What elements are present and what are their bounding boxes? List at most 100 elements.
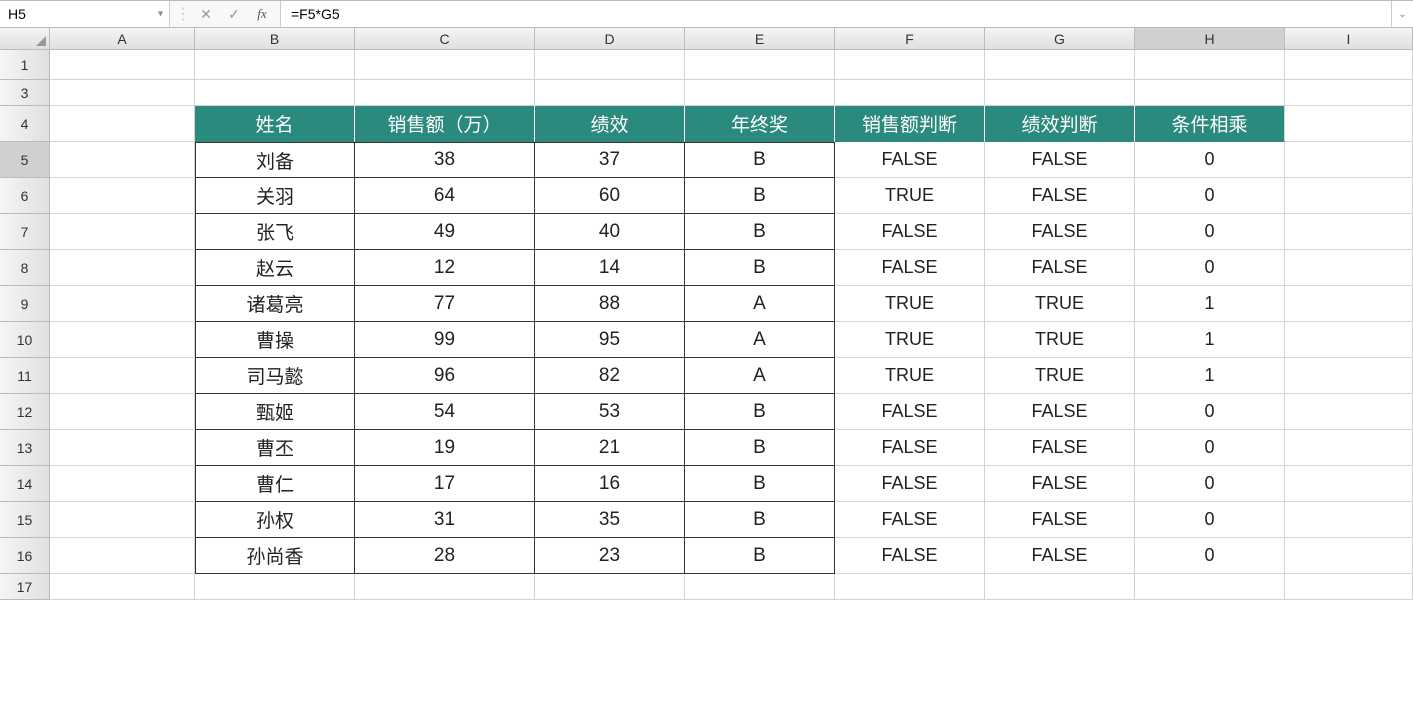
cell-A10[interactable] bbox=[50, 322, 195, 358]
cell-H7[interactable]: 0 bbox=[1135, 214, 1285, 250]
cancel-icon[interactable]: ✕ bbox=[192, 1, 220, 27]
cell-F15[interactable]: FALSE bbox=[835, 502, 985, 538]
cell-A1[interactable] bbox=[50, 50, 195, 80]
row-header-16[interactable]: 16 bbox=[0, 538, 50, 574]
cell-E10[interactable]: A bbox=[685, 322, 835, 358]
cell-H11[interactable]: 1 bbox=[1135, 358, 1285, 394]
cell-H6[interactable]: 0 bbox=[1135, 178, 1285, 214]
cell-C4[interactable]: 销售额（万） bbox=[355, 106, 535, 142]
cell-D6[interactable]: 60 bbox=[535, 178, 685, 214]
cell-I3[interactable] bbox=[1285, 80, 1413, 106]
cell-C9[interactable]: 77 bbox=[355, 286, 535, 322]
cell-F4[interactable]: 销售额判断 bbox=[835, 106, 985, 142]
row-header-10[interactable]: 10 bbox=[0, 322, 50, 358]
cell-I15[interactable] bbox=[1285, 502, 1413, 538]
cell-B11[interactable]: 司马懿 bbox=[195, 358, 355, 394]
cell-C3[interactable] bbox=[355, 80, 535, 106]
cell-H10[interactable]: 1 bbox=[1135, 322, 1285, 358]
cell-B10[interactable]: 曹操 bbox=[195, 322, 355, 358]
cell-D7[interactable]: 40 bbox=[535, 214, 685, 250]
cell-C14[interactable]: 17 bbox=[355, 466, 535, 502]
cell-B15[interactable]: 孙权 bbox=[195, 502, 355, 538]
row-header-15[interactable]: 15 bbox=[0, 502, 50, 538]
cell-A17[interactable] bbox=[50, 574, 195, 600]
cell-E3[interactable] bbox=[685, 80, 835, 106]
cell-D10[interactable]: 95 bbox=[535, 322, 685, 358]
col-header-A[interactable]: A bbox=[50, 28, 195, 50]
cell-D3[interactable] bbox=[535, 80, 685, 106]
row-header-9[interactable]: 9 bbox=[0, 286, 50, 322]
col-header-I[interactable]: I bbox=[1285, 28, 1413, 50]
col-header-C[interactable]: C bbox=[355, 28, 535, 50]
cell-D15[interactable]: 35 bbox=[535, 502, 685, 538]
cell-F1[interactable] bbox=[835, 50, 985, 80]
col-header-G[interactable]: G bbox=[985, 28, 1135, 50]
cell-B8[interactable]: 赵云 bbox=[195, 250, 355, 286]
cell-F14[interactable]: FALSE bbox=[835, 466, 985, 502]
cell-C5[interactable]: 38 bbox=[355, 142, 535, 178]
cell-A13[interactable] bbox=[50, 430, 195, 466]
col-header-F[interactable]: F bbox=[835, 28, 985, 50]
select-all-corner[interactable] bbox=[0, 28, 50, 50]
cell-B3[interactable] bbox=[195, 80, 355, 106]
cell-G14[interactable]: FALSE bbox=[985, 466, 1135, 502]
cell-I4[interactable] bbox=[1285, 106, 1413, 142]
cell-E9[interactable]: A bbox=[685, 286, 835, 322]
cell-I9[interactable] bbox=[1285, 286, 1413, 322]
cell-A14[interactable] bbox=[50, 466, 195, 502]
cell-E15[interactable]: B bbox=[685, 502, 835, 538]
cell-E8[interactable]: B bbox=[685, 250, 835, 286]
row-header-7[interactable]: 7 bbox=[0, 214, 50, 250]
cell-B16[interactable]: 孙尚香 bbox=[195, 538, 355, 574]
name-box[interactable]: H5 ▾ bbox=[0, 1, 170, 27]
cell-C13[interactable]: 19 bbox=[355, 430, 535, 466]
cell-G15[interactable]: FALSE bbox=[985, 502, 1135, 538]
cell-I5[interactable] bbox=[1285, 142, 1413, 178]
cell-D12[interactable]: 53 bbox=[535, 394, 685, 430]
cell-I10[interactable] bbox=[1285, 322, 1413, 358]
cell-G1[interactable] bbox=[985, 50, 1135, 80]
cell-F7[interactable]: FALSE bbox=[835, 214, 985, 250]
cell-F10[interactable]: TRUE bbox=[835, 322, 985, 358]
cell-F11[interactable]: TRUE bbox=[835, 358, 985, 394]
chevron-down-icon[interactable]: ▾ bbox=[158, 9, 163, 20]
cell-A7[interactable] bbox=[50, 214, 195, 250]
cell-B14[interactable]: 曹仁 bbox=[195, 466, 355, 502]
cell-B7[interactable]: 张飞 bbox=[195, 214, 355, 250]
row-header-17[interactable]: 17 bbox=[0, 574, 50, 600]
formula-input[interactable]: =F5*G5 bbox=[281, 1, 1391, 27]
cell-G12[interactable]: FALSE bbox=[985, 394, 1135, 430]
cell-B5[interactable]: 刘备 bbox=[195, 142, 355, 178]
row-header-6[interactable]: 6 bbox=[0, 178, 50, 214]
cell-D8[interactable]: 14 bbox=[535, 250, 685, 286]
cell-C11[interactable]: 96 bbox=[355, 358, 535, 394]
cell-C8[interactable]: 12 bbox=[355, 250, 535, 286]
cell-A5[interactable] bbox=[50, 142, 195, 178]
cell-H1[interactable] bbox=[1135, 50, 1285, 80]
cell-G16[interactable]: FALSE bbox=[985, 538, 1135, 574]
cell-A6[interactable] bbox=[50, 178, 195, 214]
cell-E17[interactable] bbox=[685, 574, 835, 600]
cell-B9[interactable]: 诸葛亮 bbox=[195, 286, 355, 322]
cell-D16[interactable]: 23 bbox=[535, 538, 685, 574]
fx-icon[interactable]: fx bbox=[248, 1, 276, 27]
cell-C10[interactable]: 99 bbox=[355, 322, 535, 358]
col-header-D[interactable]: D bbox=[535, 28, 685, 50]
cell-B1[interactable] bbox=[195, 50, 355, 80]
cell-I17[interactable] bbox=[1285, 574, 1413, 600]
cell-D13[interactable]: 21 bbox=[535, 430, 685, 466]
cell-D14[interactable]: 16 bbox=[535, 466, 685, 502]
cell-A11[interactable] bbox=[50, 358, 195, 394]
row-header-12[interactable]: 12 bbox=[0, 394, 50, 430]
cell-H8[interactable]: 0 bbox=[1135, 250, 1285, 286]
row-header-13[interactable]: 13 bbox=[0, 430, 50, 466]
cell-I7[interactable] bbox=[1285, 214, 1413, 250]
spreadsheet-grid[interactable]: A B C D E F G H I 1 3 bbox=[0, 28, 1413, 719]
cell-G11[interactable]: TRUE bbox=[985, 358, 1135, 394]
row-header-4[interactable]: 4 bbox=[0, 106, 50, 142]
cell-D1[interactable] bbox=[535, 50, 685, 80]
cell-C12[interactable]: 54 bbox=[355, 394, 535, 430]
row-header-8[interactable]: 8 bbox=[0, 250, 50, 286]
cell-F17[interactable] bbox=[835, 574, 985, 600]
cell-G5[interactable]: FALSE bbox=[985, 142, 1135, 178]
